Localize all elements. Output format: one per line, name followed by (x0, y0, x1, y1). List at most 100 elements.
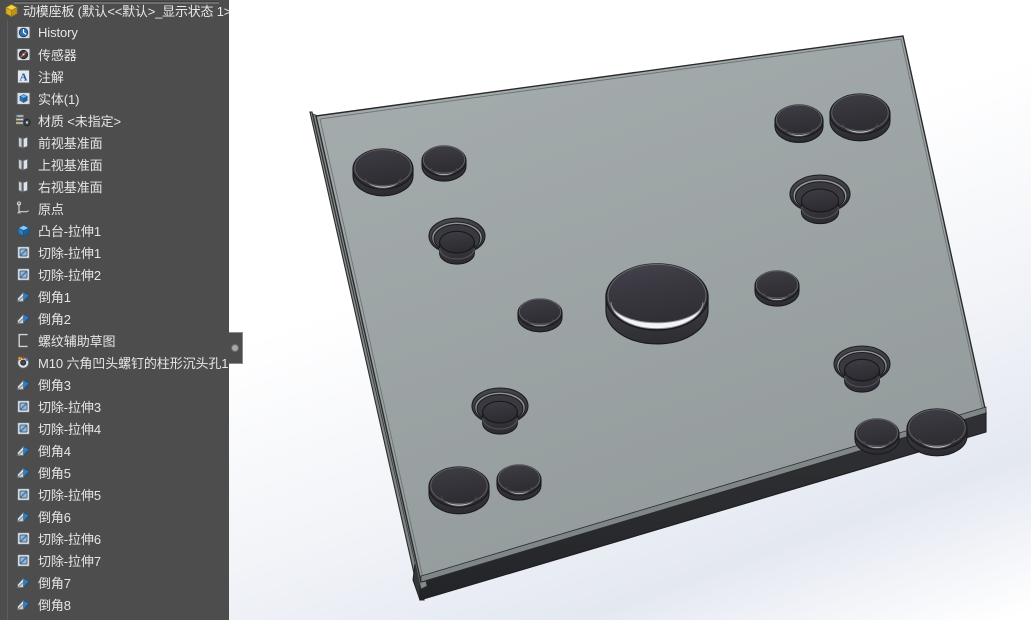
feature-tree-item-label: 注解 (38, 69, 64, 85)
feature-tree-item-label: 螺纹辅助草图 (38, 333, 116, 349)
feature-tree-item[interactable]: 前视基准面 (0, 131, 229, 153)
chamfer-icon (15, 508, 32, 525)
cad-application-window: 动模座板 (默认<<默认>_显示状态 1>) History 传感器 A 注解 实… (0, 0, 1031, 620)
feature-tree-item-label: 原点 (38, 201, 64, 217)
feature-tree-item[interactable]: 倒角3 (0, 373, 229, 395)
feature-tree-item[interactable]: 倒角8 (0, 593, 229, 615)
feature-tree-item[interactable]: 螺纹辅助草图 (0, 329, 229, 351)
feature-tree-item-label: 切除-拉伸6 (38, 531, 101, 547)
feature-tree-item-label: 倒角2 (38, 311, 71, 327)
feature-tree-item[interactable]: 传感器 (0, 43, 229, 65)
feature-tree-item[interactable]: 切除-拉伸5 (0, 483, 229, 505)
feature-tree-item-label: 切除-拉伸3 (38, 399, 101, 415)
feature-tree-item[interactable]: 切除-拉伸3 (0, 395, 229, 417)
chamfer-icon (15, 310, 32, 327)
hole-counterbore (906, 408, 968, 457)
hole-wizard-icon (15, 354, 32, 371)
hole-counterbore (754, 270, 800, 307)
chamfer-icon (15, 288, 32, 305)
feature-tree-item[interactable]: 切除-拉伸2 (0, 263, 229, 285)
feature-tree-item-label: 切除-拉伸7 (38, 553, 101, 569)
feature-tree-item[interactable]: 切除-拉伸6 (0, 527, 229, 549)
chamfer-icon (15, 574, 32, 591)
feature-tree-item-label: 倒角6 (38, 509, 71, 525)
feature-tree-item-label: 前视基准面 (38, 135, 103, 151)
part-document-icon (3, 2, 20, 19)
hole-counterbore (854, 418, 900, 455)
hole-counterbore (774, 104, 824, 143)
feature-tree-item-label: 倒角4 (38, 443, 71, 459)
feature-tree-item-label: 实体(1) (38, 91, 80, 107)
tree-panel-splitter-handle[interactable] (229, 332, 243, 364)
feature-tree-item-label: M10 六角凹头螺钉的柱形沉头孔1 (38, 355, 229, 371)
feature-tree-item-label: 切除-拉伸4 (38, 421, 101, 437)
chamfer-icon (15, 376, 32, 393)
chamfer-icon (15, 596, 32, 613)
feature-tree-item-label: 切除-拉伸5 (38, 487, 101, 503)
feature-tree-item-label: History (38, 24, 78, 40)
feature-tree-item[interactable]: 材质 <未指定> (0, 109, 229, 131)
feature-tree-item[interactable]: 切除-拉伸7 (0, 549, 229, 571)
feature-tree-item[interactable]: 倒角4 (0, 439, 229, 461)
feature-tree-item[interactable]: 上视基准面 (0, 153, 229, 175)
cut-extrude-icon (15, 244, 32, 261)
cut-extrude-icon (15, 552, 32, 569)
splitter-grip-dot (231, 344, 239, 352)
root-label: 动模座板 (默认<<默认>_显示状态 1>) (23, 4, 229, 19)
origin-icon (15, 200, 32, 217)
feature-tree-item[interactable]: 倒角2 (0, 307, 229, 329)
feature-tree-item-label: 倒角5 (38, 465, 71, 481)
cut-extrude-icon (15, 486, 32, 503)
feature-tree-item-label: 倒角1 (38, 289, 71, 305)
feature-tree-item[interactable]: M10 六角凹头螺钉的柱形沉头孔1 (0, 351, 229, 373)
feature-tree-item[interactable]: 右视基准面 (0, 175, 229, 197)
svg-text:A: A (20, 71, 28, 83)
sketch-icon (15, 332, 32, 349)
feature-tree-item[interactable]: 倒角6 (0, 505, 229, 527)
annotations-icon: A (15, 68, 32, 85)
boss-extrude-icon (15, 222, 32, 239)
feature-tree-item[interactable]: 切除-拉伸1 (0, 241, 229, 263)
hole-through (605, 263, 709, 345)
feature-tree-item-label: 右视基准面 (38, 179, 103, 195)
hole-counterbore (428, 466, 490, 515)
feature-tree-item[interactable]: 实体(1) (0, 87, 229, 109)
plane-icon (15, 156, 32, 173)
chamfer-icon (15, 464, 32, 481)
plane-icon (15, 134, 32, 151)
mold-base-plate-model[interactable] (229, 0, 1031, 620)
feature-tree-item-label: 倒角8 (38, 597, 71, 613)
material-icon (15, 112, 32, 129)
hole-counterbore (352, 148, 414, 197)
graphics-viewport[interactable] (229, 0, 1031, 620)
chamfer-icon (15, 442, 32, 459)
feature-tree-item-label: 材质 <未指定> (38, 113, 121, 129)
feature-tree-item-label: 切除-拉伸2 (38, 267, 101, 283)
history-icon (15, 24, 32, 41)
cut-extrude-icon (15, 266, 32, 283)
feature-tree-item-label: 倒角3 (38, 377, 71, 393)
feature-tree-item-label: 上视基准面 (38, 157, 103, 173)
feature-tree-item[interactable]: 倒角7 (0, 571, 229, 593)
feature-tree-item[interactable]: 倒角5 (0, 461, 229, 483)
feature-tree-panel[interactable]: 动模座板 (默认<<默认>_显示状态 1>) History 传感器 A 注解 实… (0, 0, 229, 620)
feature-tree-item[interactable]: 凸台-拉伸1 (0, 219, 229, 241)
solid-bodies-icon (15, 90, 32, 107)
feature-tree-item-label: 倒角7 (38, 575, 71, 591)
plane-icon (15, 178, 32, 195)
feature-tree-item-label: 切除-拉伸1 (38, 245, 101, 261)
feature-tree-item-label: 传感器 (38, 47, 77, 63)
hole-counterbore (517, 298, 563, 333)
feature-tree-item[interactable]: 倒角1 (0, 285, 229, 307)
feature-tree-item[interactable]: A 注解 (0, 65, 229, 87)
sensors-icon (15, 46, 32, 63)
cut-extrude-icon (15, 530, 32, 547)
hole-counterbore (829, 93, 891, 142)
feature-tree-root[interactable]: 动模座板 (默认<<默认>_显示状态 1>) (0, 0, 229, 21)
feature-tree-item[interactable]: 原点 (0, 197, 229, 219)
feature-tree-item[interactable]: History (0, 21, 229, 43)
hole-counterbore (421, 145, 467, 182)
hole-counterbore (496, 464, 542, 501)
cut-extrude-icon (15, 398, 32, 415)
feature-tree-item[interactable]: 切除-拉伸4 (0, 417, 229, 439)
